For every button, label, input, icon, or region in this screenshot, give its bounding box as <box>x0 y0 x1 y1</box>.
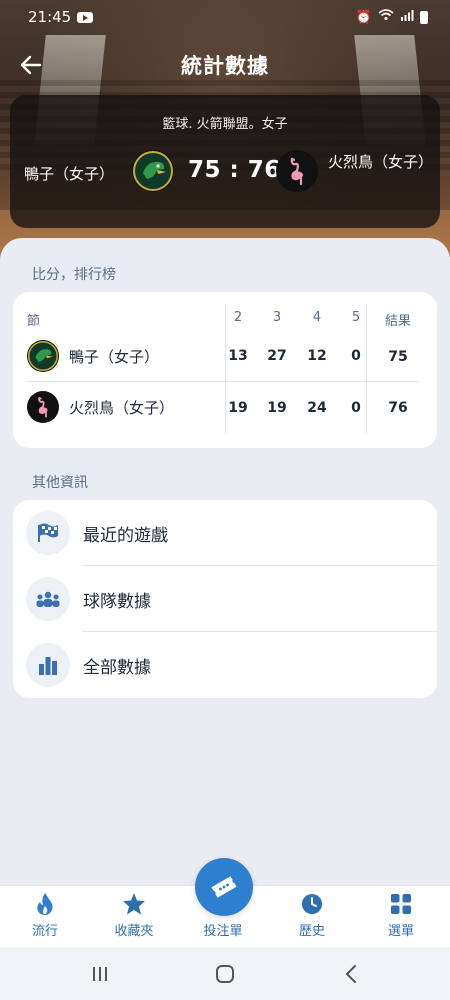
top-app-bar: 統計數據 <box>0 40 450 90</box>
team-name: 鴨子（女子） <box>69 347 160 366</box>
nav-favorites[interactable]: 收藏夾 <box>89 886 179 948</box>
duck-team-logo-icon <box>132 150 174 192</box>
score-cell: 19 <box>267 400 287 416</box>
flame-icon <box>32 891 58 917</box>
away-team-name: 火烈鳥（女子） <box>328 153 434 171</box>
duck-team-logo-icon <box>27 340 59 372</box>
home-icon <box>216 965 234 983</box>
chevron-left-icon <box>345 965 356 983</box>
column-header-q4: 4 <box>312 310 322 325</box>
nav-label: 收藏夾 <box>114 924 154 939</box>
score-cell: 12 <box>307 348 327 364</box>
recent-apps-icon <box>93 967 107 981</box>
system-back-button[interactable] <box>336 961 366 987</box>
all-stats-label: 全部數據 <box>83 657 151 678</box>
score-table: 節 2 3 4 5 結果 鴨子（女子） 13 27 12 0 75 火烈鳥（女子… <box>13 292 437 448</box>
recent-apps-button[interactable] <box>85 961 115 987</box>
clock-icon <box>299 891 325 917</box>
alarm-icon: ⏰ <box>355 9 372 25</box>
column-header-q3: 3 <box>272 310 282 325</box>
other-info-section-title: 其他資訊 <box>32 475 88 491</box>
system-navigation-bar <box>0 947 450 1000</box>
column-header-result: 結果 <box>384 314 411 329</box>
status-bar: 21:45 ⏰ <box>0 0 450 34</box>
flamingo-team-logo-icon <box>27 391 59 423</box>
scoreline: 75 : 76 <box>188 157 281 183</box>
flamingo-team-logo-icon <box>276 150 318 192</box>
nav-menu[interactable]: 選單 <box>356 886 446 948</box>
recent-games-item[interactable]: 最近的遊戲 <box>13 500 437 566</box>
standings-section-title: 比分，排行榜 <box>32 267 116 283</box>
betslip-fab-button[interactable] <box>195 858 253 916</box>
home-button[interactable] <box>210 961 240 987</box>
status-time: 21:45 <box>28 8 72 26</box>
nav-label: 選單 <box>387 924 414 939</box>
table-row-team: 鴨子（女子） <box>27 340 159 372</box>
nav-label: 投注單 <box>203 924 243 939</box>
page-title: 統計數據 <box>181 54 269 78</box>
score-cell: 19 <box>228 400 248 416</box>
nav-popular[interactable]: 流行 <box>0 886 90 948</box>
nav-label: 歷史 <box>298 924 325 939</box>
wifi-icon <box>378 9 394 25</box>
arrow-left-icon <box>20 55 42 75</box>
column-header-q5: 5 <box>351 310 361 325</box>
home-team-name: 鴨子（女子） <box>24 165 115 183</box>
team-stats-item[interactable]: 球隊數據 <box>13 566 437 632</box>
league-title: 籃球. 火箭聯盟。女子 <box>162 117 288 132</box>
team-icon <box>26 577 70 621</box>
checkered-flag-icon <box>26 511 70 555</box>
back-button[interactable] <box>16 50 46 80</box>
score-cell: 13 <box>228 348 248 364</box>
total-score-cell: 76 <box>388 400 408 416</box>
table-row-team: 火烈鳥（女子） <box>27 391 174 423</box>
column-header-q2: 2 <box>233 310 243 325</box>
nav-label: 流行 <box>31 924 58 939</box>
match-score-card: 籃球. 火箭聯盟。女子 鴨子（女子） 75 : 76 火烈鳥（女子） <box>10 95 440 228</box>
team-stats-label: 球隊數據 <box>83 591 151 612</box>
ticket-icon <box>211 876 237 898</box>
battery-icon <box>420 10 428 24</box>
score-cell: 0 <box>351 348 361 364</box>
nav-history[interactable]: 歷史 <box>267 886 357 948</box>
signal-icon <box>400 9 414 25</box>
total-score-cell: 75 <box>388 349 408 365</box>
row-divider <box>27 381 419 382</box>
bar-chart-icon <box>26 643 70 687</box>
all-stats-item[interactable]: 全部數據 <box>13 632 437 698</box>
grid-menu-icon <box>388 891 414 917</box>
score-cell: 24 <box>307 400 327 416</box>
other-info-list: 最近的遊戲 球隊數據 全部數據 <box>13 500 437 698</box>
youtube-notification-icon <box>77 11 94 23</box>
score-cell: 27 <box>267 348 287 364</box>
column-header-period: 節 <box>27 314 41 329</box>
star-icon <box>121 891 147 917</box>
recent-games-label: 最近的遊戲 <box>83 525 168 546</box>
team-name: 火烈鳥（女子） <box>69 398 175 417</box>
score-cell: 0 <box>351 400 361 416</box>
